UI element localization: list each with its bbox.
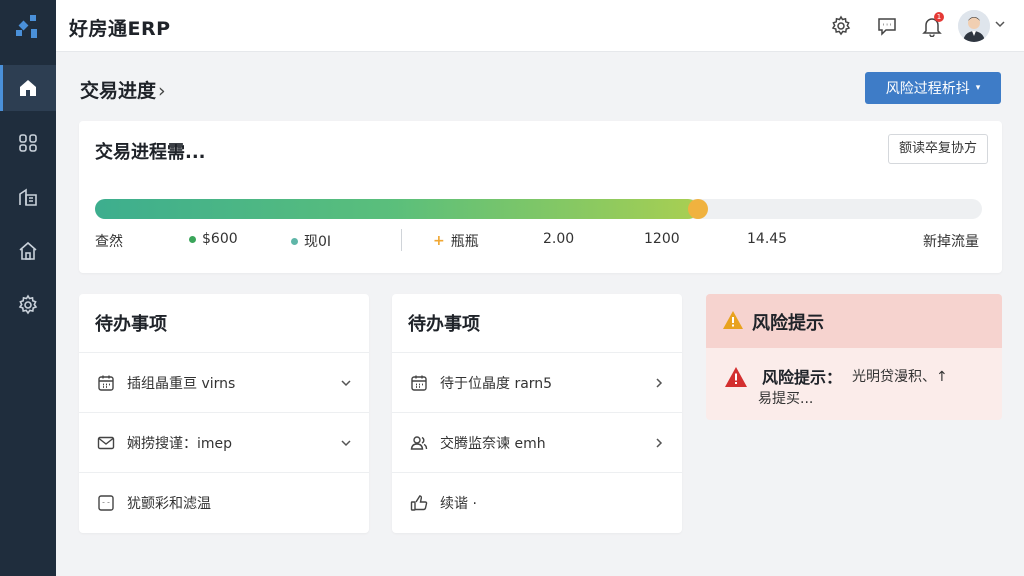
progress-handle[interactable] [688, 199, 708, 219]
page-title: 交易进度 › [80, 76, 166, 103]
progress-action-button[interactable]: 额读卒复协方 [887, 134, 988, 164]
risk-body-text: 光明贷漫积、↑ [852, 369, 948, 385]
todo-item[interactable]: 续谐 · [392, 473, 682, 533]
risk-body-text-more[interactable]: 易提买... [758, 388, 813, 408]
todo-card-title: 待办事项 [408, 314, 480, 335]
legend-item: 查然 [95, 231, 123, 251]
legend-item: 14.45 [747, 231, 787, 247]
chevron-right-icon[interactable] [652, 376, 666, 390]
page-title-text: 交易进度 [80, 80, 157, 102]
risk-filter-label: 风险过程析抖 [885, 81, 970, 97]
todo-item[interactable]: 待于位晶度 rarn5 [392, 353, 682, 413]
todo-item[interactable]: 娴捞搜谨：imep [79, 413, 369, 473]
legend-label: 查然 [95, 234, 123, 250]
page-title-chevron[interactable]: › [158, 80, 166, 102]
legend-label: $600 [202, 231, 238, 247]
progress-card-title: 交易进程需... [95, 142, 206, 163]
calendar-icon [408, 372, 430, 394]
app-logo[interactable] [12, 10, 44, 42]
todo-item-label: 续谐 · [440, 496, 477, 512]
warning-icon [723, 311, 743, 329]
alert-icon [725, 367, 747, 387]
todo-item-label: 待于位晶度 rarn5 [440, 375, 553, 392]
legend-label: 现0I [304, 234, 332, 250]
gear-icon [18, 294, 38, 315]
todo-item-label: 插组晶重亘 virns [127, 375, 236, 392]
todo-item-label: 交腾监奈谏 emh [440, 435, 546, 452]
nav-item-settings[interactable] [0, 282, 56, 328]
nav-item-buildings[interactable] [0, 174, 56, 220]
legend-item: $600 [189, 231, 238, 247]
risk-card-title: 风险提示 [752, 313, 824, 334]
legend-item: 新掉流量 [923, 231, 979, 251]
messages-button[interactable] [875, 14, 899, 38]
todo-card-left: 待办事项 插组晶重亘 virns 娴捞搜谨：imep 犹颤彩和滤温 [79, 294, 369, 533]
legend-item: + 瓶瓶 [433, 231, 479, 251]
square-dots-icon [95, 492, 117, 514]
legend-item: 1200 [644, 231, 680, 247]
progress-card: 交易进程需... 额读卒复协方 查然 $600 现0I + 瓶瓶 2.00 12… [79, 121, 1002, 273]
progress-track [95, 199, 982, 219]
nav-item-apps[interactable] [0, 120, 56, 166]
house-icon [19, 241, 37, 260]
todo-card-title: 待办事项 [95, 314, 167, 335]
app-title: 好房通ERP [69, 18, 171, 40]
chevron-down-icon[interactable] [339, 436, 353, 450]
risk-card: 风险提示 风险提示： 光明贷漫积、↑ 易提买... [706, 294, 1002, 420]
legend-divider [401, 229, 402, 251]
calendar-icon [95, 372, 117, 394]
building-icon [19, 188, 37, 206]
user-avatar[interactable] [958, 10, 990, 42]
todo-item-label: 娴捞搜谨：imep [127, 435, 233, 452]
risk-body-title: 风险提示： [762, 368, 843, 387]
legend-label: 瓶瓶 [450, 234, 479, 250]
risk-filter-button[interactable]: 风险过程析抖 ▾ [865, 72, 1001, 104]
legend-item: 2.00 [543, 231, 574, 247]
settings-button[interactable] [829, 14, 853, 38]
nav-item-home[interactable] [0, 65, 56, 111]
todo-item[interactable]: 交腾监奈谏 emh [392, 413, 682, 473]
grid-apps-icon [19, 134, 37, 152]
users-icon [408, 432, 430, 454]
legend-dot [291, 237, 298, 245]
top-header: 好房通ERP 1 [56, 0, 1024, 52]
user-avatar-icon [958, 10, 990, 42]
chevron-right-icon[interactable] [652, 436, 666, 450]
sidebar [0, 0, 56, 576]
todo-item[interactable]: 插组晶重亘 virns [79, 353, 369, 413]
mail-icon [95, 432, 117, 454]
progress-fill [95, 199, 698, 219]
caret-down-icon: ▾ [975, 83, 981, 93]
home-icon [20, 80, 36, 96]
risk-card-header: 风险提示 [706, 294, 1002, 348]
gear-icon [831, 15, 851, 36]
nav-item-houses[interactable] [0, 228, 56, 274]
legend-dot [189, 235, 196, 243]
notifications-button[interactable]: 1 [920, 12, 944, 38]
plus-icon: + [433, 233, 445, 249]
todo-card-right: 待办事项 待于位晶度 rarn5 交腾监奈谏 emh 续谐 · [392, 294, 682, 533]
chat-icon [878, 18, 896, 36]
legend-label: 1200 [644, 231, 680, 247]
chevron-down-icon[interactable] [994, 18, 1006, 30]
todo-item-label: 犹颤彩和滤温 [127, 496, 211, 512]
legend-item: 现0I [291, 231, 331, 251]
legend-label: 2.00 [543, 231, 575, 247]
legend-label: 14.45 [747, 231, 788, 247]
chevron-down-icon[interactable] [339, 376, 353, 390]
todo-item[interactable]: 犹颤彩和滤温 [79, 473, 369, 533]
notification-badge: 1 [934, 12, 944, 22]
thumbs-up-icon [408, 492, 430, 514]
legend-label: 新掉流量 [923, 234, 979, 250]
